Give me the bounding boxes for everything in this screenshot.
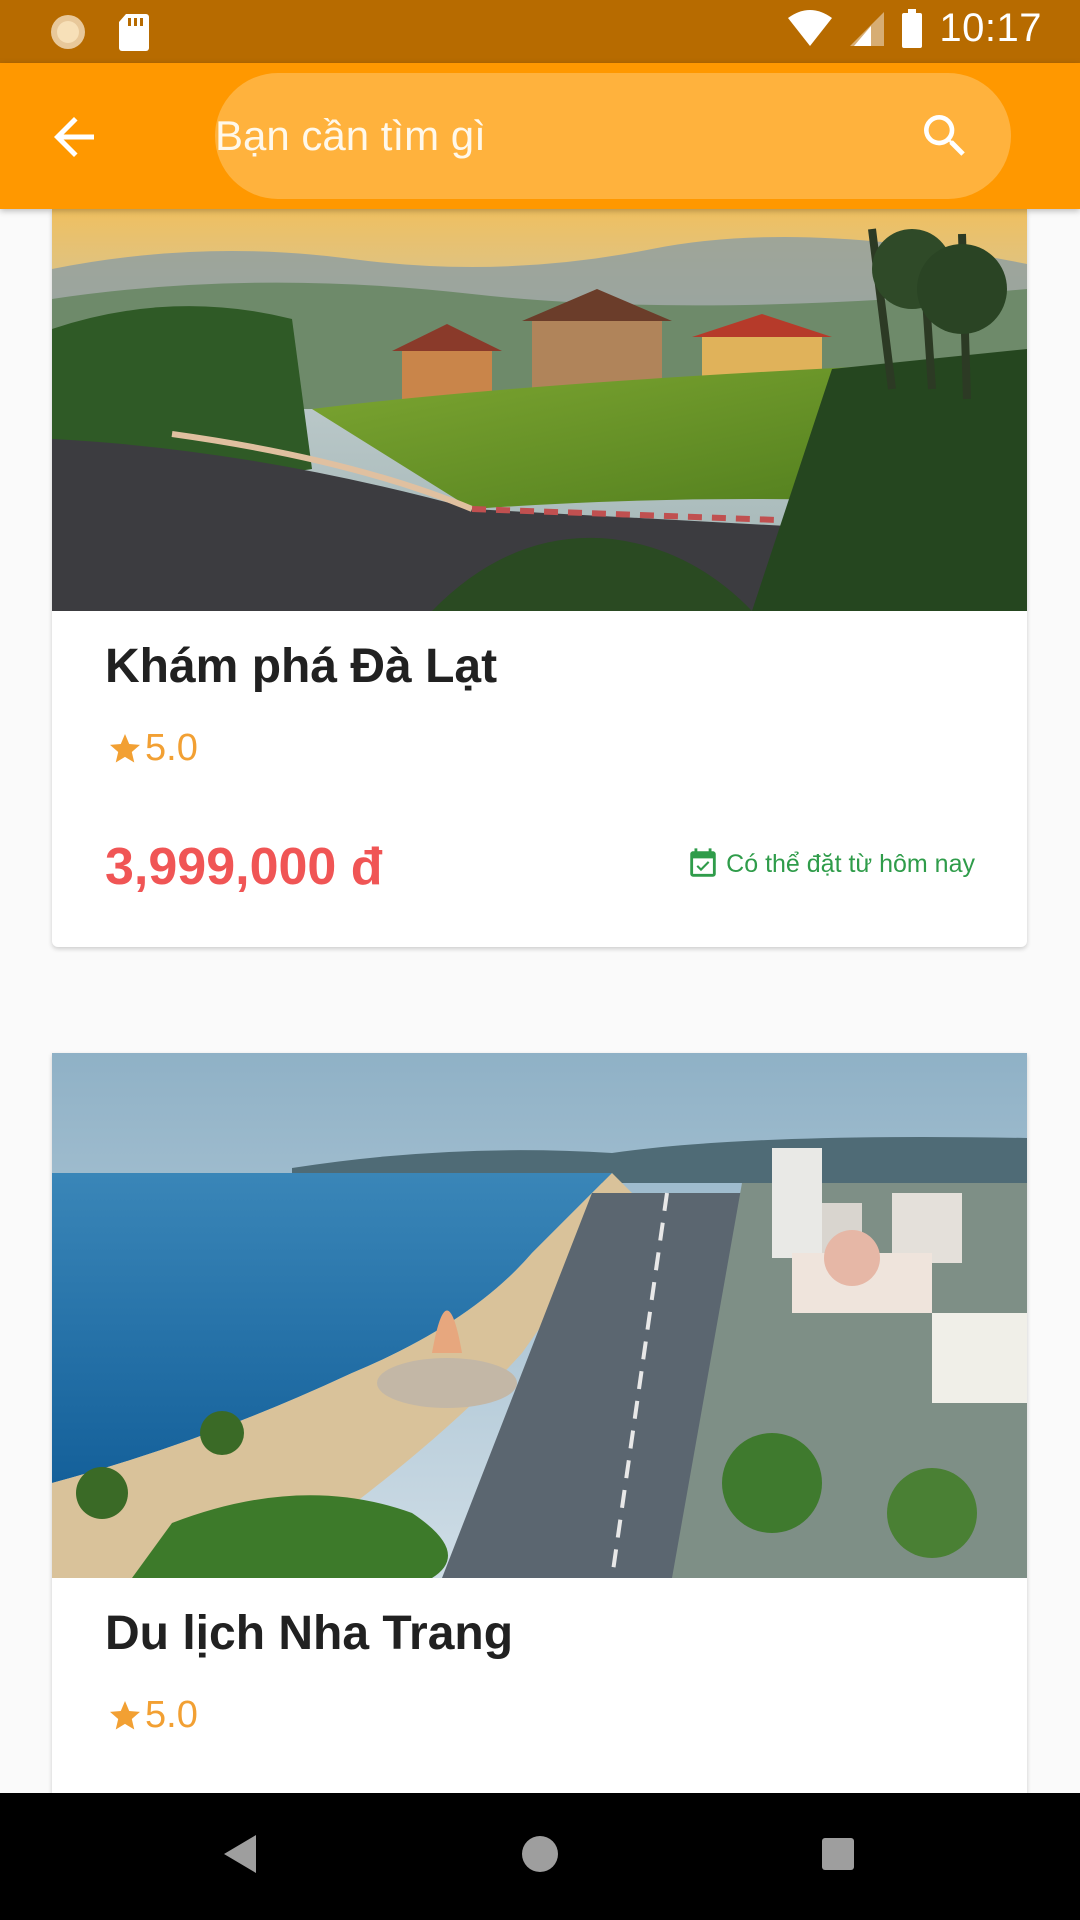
star-icon: [110, 1700, 140, 1729]
nav-recents-icon[interactable]: [820, 1833, 856, 1875]
wifi-icon: [788, 9, 833, 46]
calendar-check-icon: [690, 848, 716, 877]
battery-icon: [902, 8, 923, 48]
availability-text: Có thể đặt từ hôm nay: [726, 849, 975, 878]
search-bar: [215, 73, 1011, 199]
tour-rating: 5.0: [107, 727, 198, 770]
cell-signal-icon: [850, 11, 885, 46]
navigation-bar: [0, 1793, 1080, 1920]
search-icon: [924, 115, 965, 156]
back-button[interactable]: [44, 107, 104, 167]
tour-card[interactable]: Du lịch Nha Trang 5.0: [52, 1053, 1027, 1793]
nav-back-icon[interactable]: [222, 1833, 258, 1875]
clock: 10:17: [939, 6, 1042, 50]
tour-list: Khám phá Đà Lạt 5.0 3,999,000 đ Có thể đ…: [0, 209, 1080, 1793]
star-icon: [110, 733, 140, 762]
app-bar: [0, 63, 1080, 209]
availability-badge: Có thể đặt từ hôm nay: [686, 847, 975, 881]
tour-image-nhatrang: [52, 1053, 1027, 1578]
tour-card[interactable]: Khám phá Đà Lạt 5.0 3,999,000 đ Có thể đ…: [52, 209, 1027, 947]
search-button[interactable]: [917, 108, 973, 164]
search-input[interactable]: [215, 73, 855, 199]
arrow-back-icon: [54, 117, 94, 157]
sun-settings-icon: [51, 15, 85, 49]
tour-rating: 5.0: [107, 1694, 198, 1737]
rating-value: 5.0: [145, 1694, 198, 1736]
tour-title: Khám phá Đà Lạt: [105, 640, 498, 693]
tour-title: Du lịch Nha Trang: [105, 1607, 514, 1660]
sd-card-icon: [119, 14, 149, 51]
nav-home-icon[interactable]: [519, 1833, 561, 1875]
rating-value: 5.0: [145, 727, 198, 769]
tour-price: 3,999,000 đ: [105, 838, 383, 896]
status-bar: 10:17: [0, 0, 1080, 63]
tour-image-dalat: [52, 209, 1027, 611]
